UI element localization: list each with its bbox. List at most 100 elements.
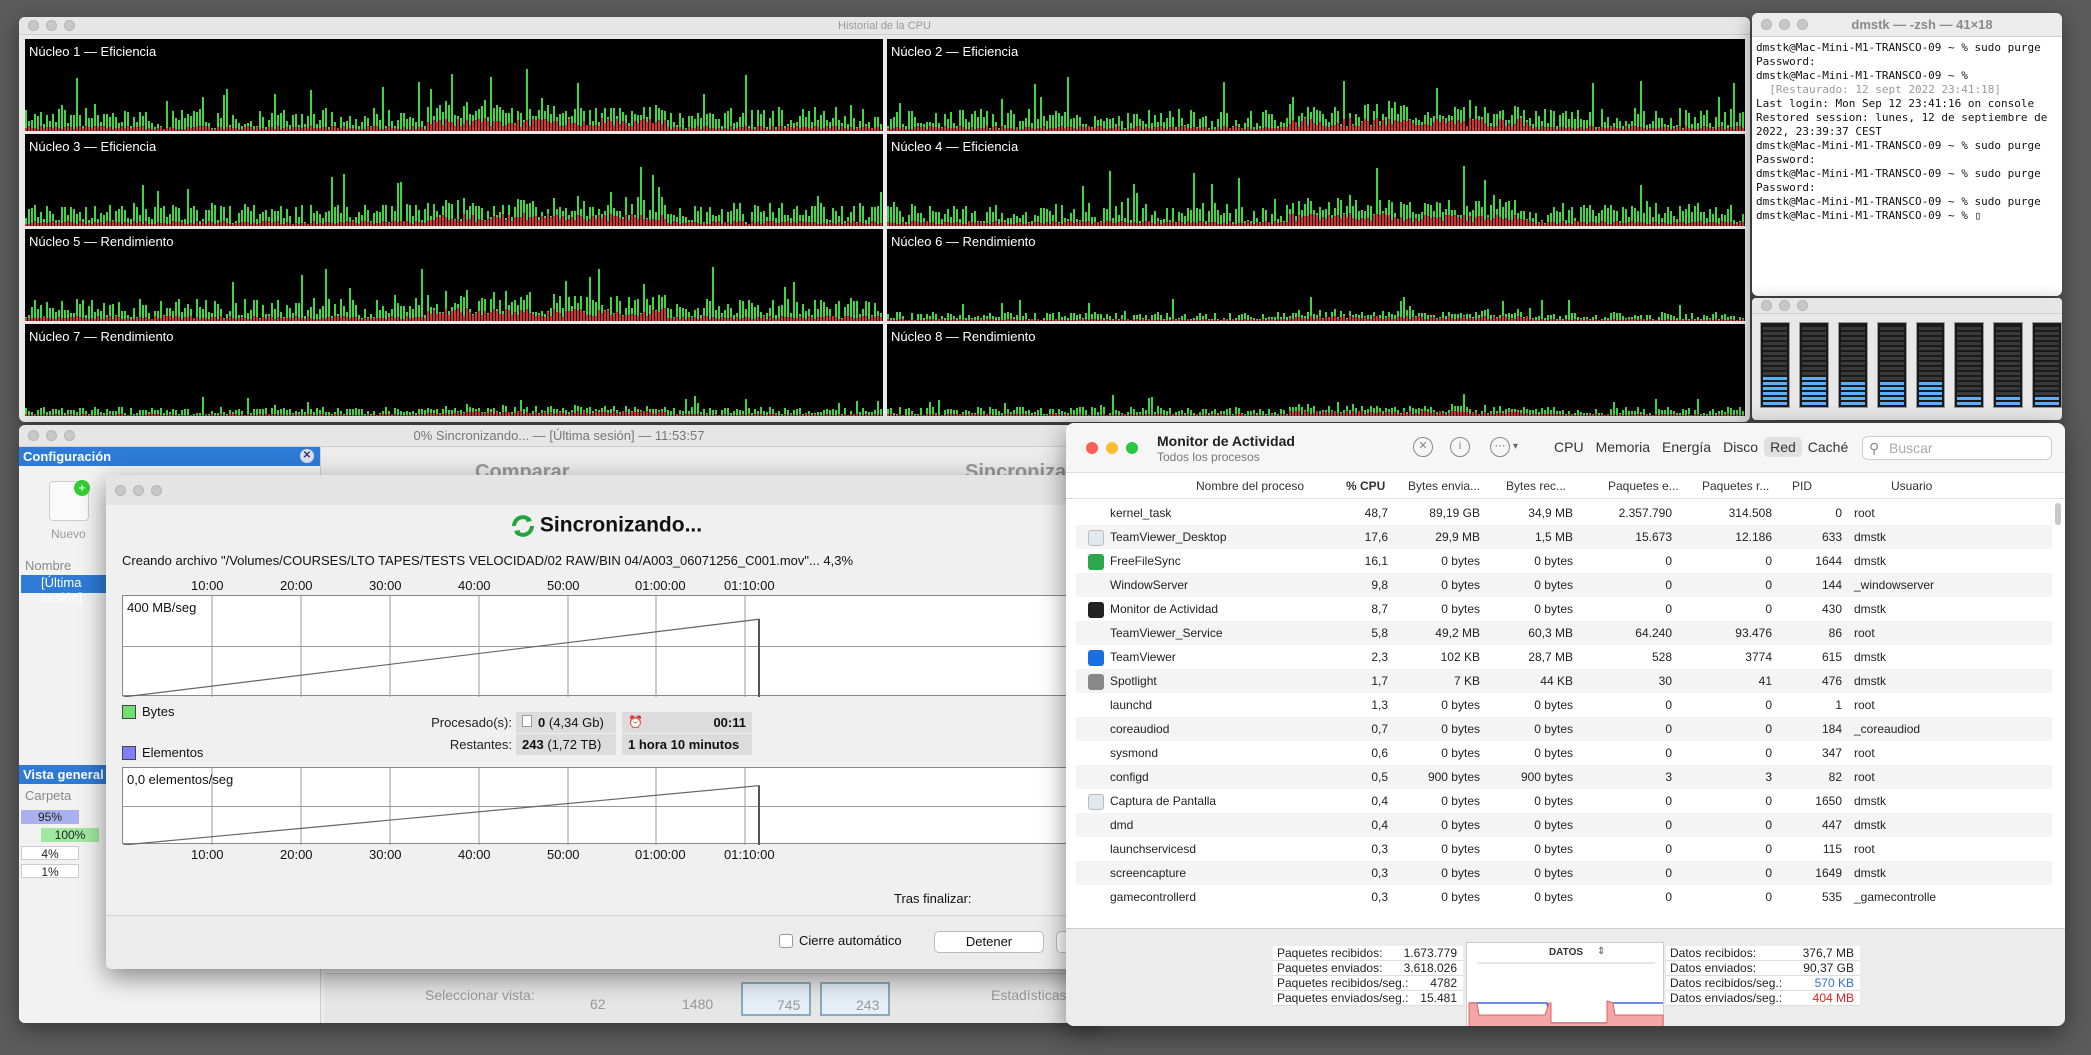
tab-red[interactable]: Red xyxy=(1764,437,1802,457)
count-left-only[interactable]: 62 xyxy=(590,996,606,1012)
ffs-titlebar[interactable]: 0% Sincronizando... — [Última sesión] — … xyxy=(19,425,1099,447)
close-button[interactable] xyxy=(1761,300,1772,311)
minimize-button[interactable] xyxy=(133,484,144,496)
system-load-bar xyxy=(445,119,447,131)
column-header[interactable]: % CPU xyxy=(1346,479,1385,493)
chevron-down-icon[interactable]: ▾ xyxy=(1513,441,1518,452)
folder-percent[interactable]: 100% xyxy=(41,828,99,842)
system-load-bar xyxy=(1124,222,1126,226)
process-row[interactable]: launchd 1,3 0 bytes 0 bytes 0 0 1 root xyxy=(1076,693,2052,717)
process-row[interactable]: coreaudiod 0,7 0 bytes 0 bytes 0 0 184 _coreaud… xyxy=(1076,717,2052,741)
process-row[interactable]: TeamViewer 2,3 102 KB 28,7 MB 528 3774 615 dmst… xyxy=(1076,645,2052,669)
user-load-bar xyxy=(1169,111,1171,127)
sync-titlebar[interactable] xyxy=(106,475,1106,505)
user-load-bar xyxy=(865,301,867,316)
count-equal[interactable]: 1480 xyxy=(682,996,713,1012)
minimize-button[interactable] xyxy=(1106,442,1118,454)
user-load-bar xyxy=(1499,315,1501,318)
process-row[interactable]: FreeFileSync 16,1 0 bytes 0 bytes 0 0 1644 dmst… xyxy=(1076,549,2052,573)
process-row[interactable]: TeamViewer_Service 5,8 49,2 MB 60,3 MB 64.24… xyxy=(1076,621,2052,645)
system-load-bar xyxy=(1130,223,1132,226)
system-load-bar xyxy=(739,127,741,131)
zoom-button[interactable] xyxy=(1126,442,1138,454)
process-row[interactable]: sysmond 0,6 0 bytes 0 bytes 0 0 347 root xyxy=(1076,741,2052,765)
user-load-bar xyxy=(1160,408,1162,414)
close-button[interactable] xyxy=(115,484,126,496)
zoom-button[interactable] xyxy=(151,484,162,496)
cpu-history-titlebar[interactable]: Historial de la CPU xyxy=(19,17,1750,35)
user-load-bar xyxy=(1214,127,1216,129)
count-different[interactable]: 745 xyxy=(741,982,811,1016)
system-load-bar xyxy=(1730,222,1732,226)
close-button[interactable] xyxy=(1086,442,1098,454)
user-load-bar xyxy=(1424,203,1426,215)
count-sync[interactable]: 243 xyxy=(820,982,890,1016)
system-load-bar xyxy=(634,217,636,226)
system-load-bar xyxy=(1214,414,1216,416)
tab-memoria[interactable]: Memoria xyxy=(1590,437,1656,457)
tab-energía[interactable]: Energía xyxy=(1656,437,1717,457)
process-row[interactable]: TeamViewer_Desktop 17,6 29,9 MB 1,5 MB 15.67… xyxy=(1076,525,2052,549)
column-header[interactable]: Paquetes r... xyxy=(1702,479,1769,493)
zoom-button[interactable] xyxy=(1797,300,1808,311)
system-load-bar xyxy=(313,415,315,416)
user-load-bar xyxy=(784,215,786,222)
new-config-button[interactable]: + xyxy=(49,480,90,521)
user-load-bar xyxy=(616,116,618,119)
system-load-bar xyxy=(974,129,976,131)
tv-app-icon xyxy=(1088,650,1104,666)
process-row[interactable]: Spotlight 1,7 7 KB 44 KB 30 41 476 dmstk xyxy=(1076,669,2052,693)
user-load-bar xyxy=(992,212,994,222)
system-load-bar xyxy=(1544,224,1546,226)
user-load-bar xyxy=(941,316,943,319)
system-load-bar xyxy=(751,319,753,321)
user-load-bar xyxy=(520,113,522,127)
user-load-bar xyxy=(232,223,234,224)
system-load-bar xyxy=(748,224,750,226)
process-row[interactable]: kernel_task 48,7 89,19 GB 34,9 MB 2.357.790 3… xyxy=(1076,501,2052,525)
column-header[interactable]: PID xyxy=(1792,479,1812,493)
user-load-bar xyxy=(902,316,904,319)
stop-process-icon[interactable]: ✕ xyxy=(1413,437,1433,457)
column-header[interactable]: Bytes envia... xyxy=(1408,479,1480,493)
column-header[interactable]: Bytes rec... xyxy=(1506,479,1566,493)
tab-disco[interactable]: Disco xyxy=(1717,437,1764,457)
terminal-output[interactable]: dmstk@Mac-Mini-M1-TRANSCO-09 ~ % sudo pu… xyxy=(1752,37,2062,223)
cpu-usage-titlebar[interactable] xyxy=(1752,298,2062,314)
user-load-bar xyxy=(163,315,165,316)
folder-percent[interactable]: 95% xyxy=(21,810,79,824)
system-load-bar xyxy=(124,319,126,321)
user-load-bar xyxy=(1739,317,1741,320)
column-header[interactable]: Nombre del proceso xyxy=(1196,479,1304,493)
user-load-bar xyxy=(208,123,210,127)
session-item[interactable]: [Última sesión] xyxy=(21,575,111,605)
user-load-bar xyxy=(856,401,858,414)
more-icon[interactable]: ⋯ xyxy=(1490,437,1510,457)
user-load-bar xyxy=(631,204,633,214)
user-load-bar xyxy=(205,122,207,126)
process-row[interactable]: Monitor de Actividad 8,7 0 bytes 0 bytes 0 0 4… xyxy=(1076,597,2052,621)
user-load-bar xyxy=(664,205,666,219)
search-input[interactable]: ⚲ Buscar xyxy=(1862,436,2052,460)
column-header[interactable]: Paquetes e... xyxy=(1608,479,1679,493)
tab-caché[interactable]: Caché xyxy=(1802,437,1854,457)
terminal-titlebar[interactable]: dmstk — -zsh — 41×18 xyxy=(1752,13,2062,37)
system-load-bar xyxy=(1037,415,1039,416)
info-icon[interactable]: i xyxy=(1450,437,1470,457)
folder-percent[interactable]: 4% xyxy=(21,846,79,861)
process-row[interactable]: WindowServer 9,8 0 bytes 0 bytes 0 0 144 _windo… xyxy=(1076,573,2052,597)
close-icon[interactable]: ✕ xyxy=(300,449,314,463)
core-label: Núcleo 4 — Eficiencia xyxy=(891,139,1019,154)
tab-cpu[interactable]: CPU xyxy=(1548,437,1590,457)
folder-percent[interactable]: 1% xyxy=(21,864,79,879)
minimize-button[interactable] xyxy=(1779,300,1790,311)
auto-close-checkbox[interactable] xyxy=(779,934,793,948)
system-load-bar xyxy=(697,223,699,226)
system-load-bar xyxy=(319,223,321,226)
user-load-bar xyxy=(202,397,204,415)
user-load-bar xyxy=(1253,211,1255,224)
column-header[interactable]: Usuario xyxy=(1891,479,1932,493)
stop-button[interactable]: Detener xyxy=(934,931,1044,953)
system-load-bar xyxy=(1673,320,1675,321)
system-load-bar xyxy=(1712,222,1714,226)
